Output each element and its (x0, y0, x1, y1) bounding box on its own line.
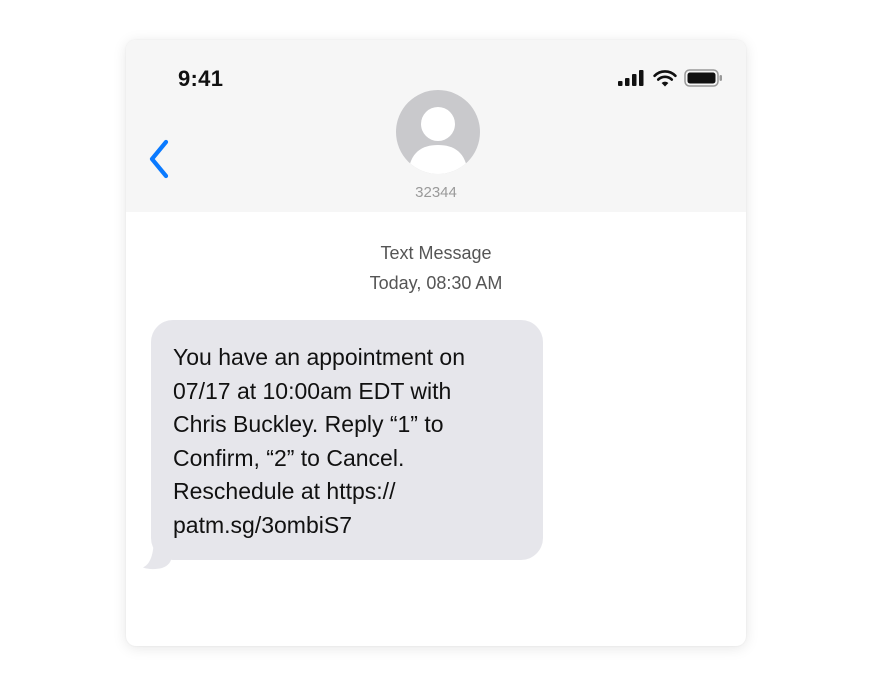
wifi-icon (653, 69, 677, 86)
message-meta: Text Message Today, 08:30 AM (126, 238, 746, 298)
battery-icon (684, 69, 722, 87)
phone-screen: 9:41 32344 Text Message Today, 08:30 AM … (126, 40, 746, 646)
service-label: Text Message (380, 243, 492, 263)
conversation-header: 9:41 32344 (126, 40, 746, 212)
cellular-signal-icon (618, 70, 644, 86)
status-icons (618, 69, 724, 87)
status-time: 9:41 (178, 66, 224, 91)
contact-avatar[interactable] (396, 90, 480, 174)
back-button[interactable] (144, 138, 174, 180)
message-bubble[interactable]: You have an appointment on 07/17 at 10:0… (151, 320, 543, 560)
message-timestamp: Today, 08:30 AM (369, 273, 503, 293)
chevron-left-icon (149, 139, 169, 179)
contact-number[interactable]: 32344 (126, 184, 746, 201)
person-icon (408, 107, 468, 174)
